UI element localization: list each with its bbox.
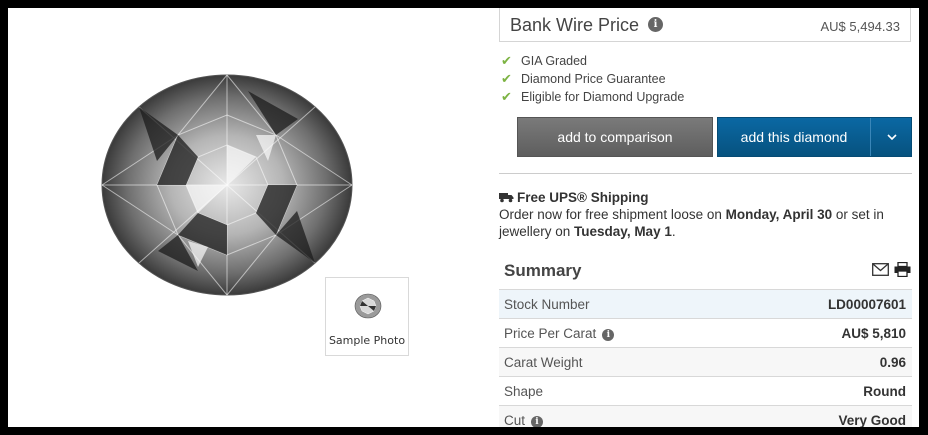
info-icon[interactable]: i [648,17,663,32]
shipping-details: Order now for free shipment loose on Mon… [499,206,911,240]
chevron-down-icon[interactable] [871,118,912,156]
add-to-comparison-label: add to comparison [557,129,673,145]
sample-photo-caption: Sample Photo [328,334,406,347]
divider [499,173,912,174]
info-icon[interactable]: i [531,416,544,427]
product-page: Sample Photo Bank Wire Price i AU$ 5,494… [8,8,919,427]
shipping-title: Free UPS® Shipping [517,190,649,205]
row-label: Price Per Carat i [504,326,615,341]
feature-item: ✔ Diamond Price Guarantee [501,70,684,88]
cut-label: Cut [504,413,526,427]
table-row: Carat Weight 0.96 [499,347,912,376]
check-icon: ✔ [501,53,512,69]
row-label: Stock Number [504,297,590,312]
feature-label: GIA Graded [521,54,588,68]
table-row: Price Per Carat i AU$ 5,810 [499,318,912,347]
carat-weight-value: 0.96 [879,355,906,370]
price-label: Bank Wire Price [510,15,640,35]
mail-icon[interactable] [872,263,889,276]
table-row: Cut i Very Good [499,405,912,427]
feature-label: Diamond Price Guarantee [521,72,666,86]
truck-icon [499,193,514,203]
check-icon: ✔ [501,71,512,87]
check-icon: ✔ [501,89,512,105]
row-label: Carat Weight [504,355,583,370]
add-this-diamond-label: add this diamond [740,129,848,145]
row-label: Cut i [504,413,544,427]
summary-header: Summary [499,252,912,290]
set-ship-date: Tuesday, May 1 [574,224,672,239]
shipping-text-suffix: . [671,224,676,239]
stock-number-label: Stock Number [504,297,590,312]
table-row: Stock Number LD00007601 [499,289,912,318]
summary-title: Summary [504,261,582,280]
feature-item: ✔ GIA Graded [501,52,684,70]
sample-photo-thumbnail[interactable]: Sample Photo [325,277,409,356]
shape-label: Shape [504,384,544,399]
info-icon[interactable]: i [602,329,615,341]
price-per-carat-value: AU$ 5,810 [841,326,906,341]
loose-ship-date: Monday, April 30 [725,207,833,222]
feature-item: ✔ Eligible for Diamond Upgrade [501,88,684,106]
summary-table: Stock Number LD00007601 Price Per Carat i… [499,289,912,427]
shipping-text-prefix: Order now for free shipment loose on [499,207,726,222]
table-row: Shape Round [499,376,912,405]
stock-number-value: LD00007601 [827,297,906,312]
feature-list: ✔ GIA Graded ✔ Diamond Price Guarantee ✔… [501,52,684,106]
row-label: Shape [504,384,543,399]
bank-wire-price-box: Bank Wire Price i AU$ 5,494.33 [499,8,911,42]
add-to-comparison-button[interactable]: add to comparison [517,117,713,157]
shape-value: Round [863,384,906,399]
cut-value: Very Good [838,413,906,427]
print-icon[interactable] [894,262,911,277]
price-per-carat-label: Price Per Carat [504,326,597,341]
carat-weight-label: Carat Weight [504,355,583,370]
add-this-diamond-button[interactable]: add this diamond [717,117,912,157]
shipping-info: Free UPS® Shipping Order now for free sh… [499,189,911,240]
diamond-thumbnail-icon [354,293,382,319]
shipping-title-row: Free UPS® Shipping [499,189,911,206]
price-value: AU$ 5,494.33 [820,19,900,34]
diamond-photo [101,74,353,296]
feature-label: Eligible for Diamond Upgrade [521,90,685,104]
